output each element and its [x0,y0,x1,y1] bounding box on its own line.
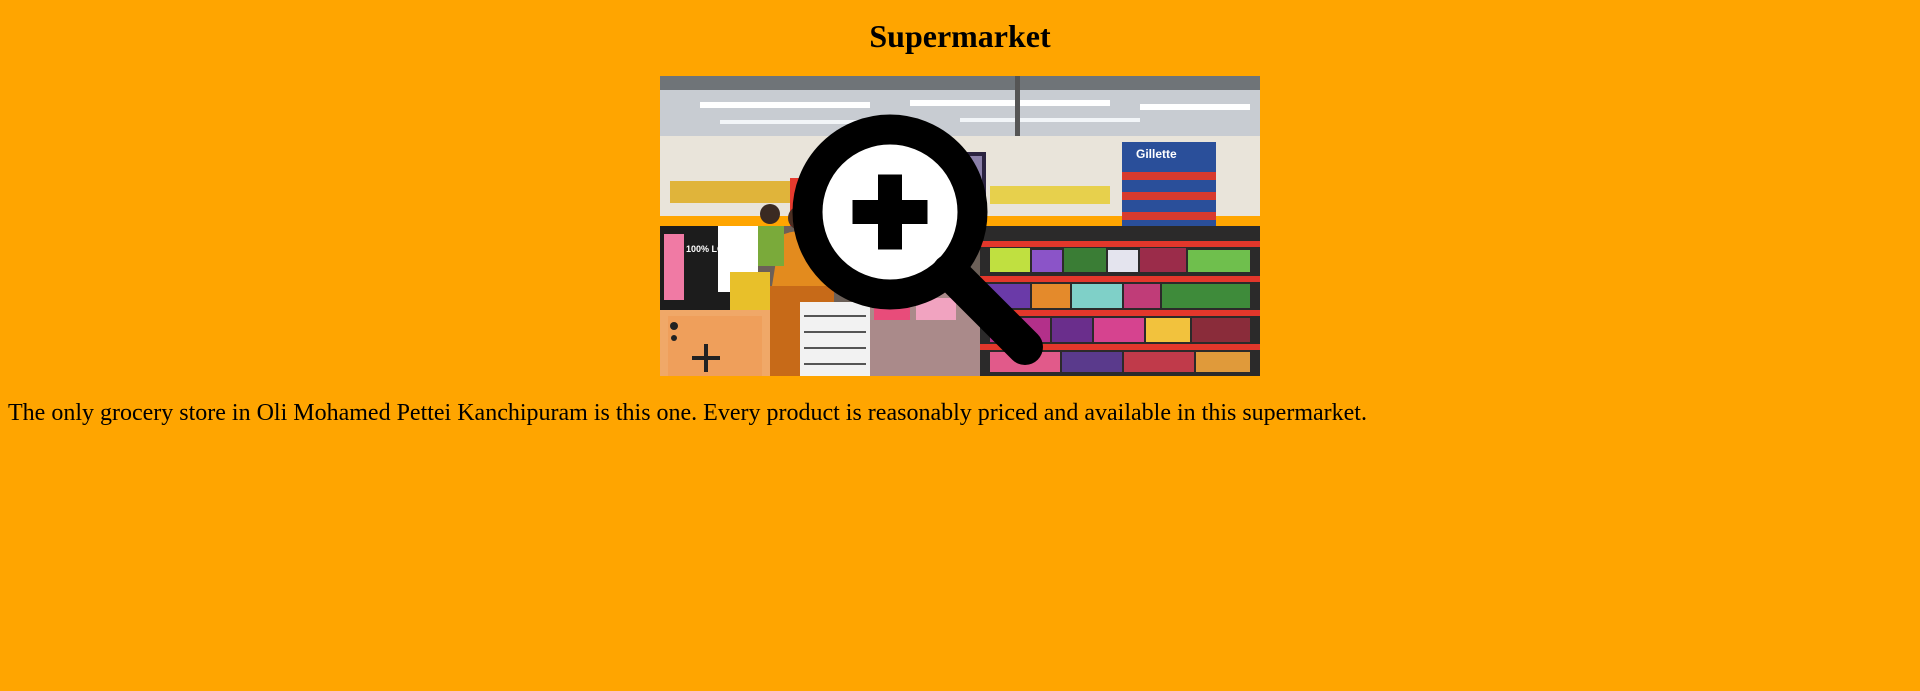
supermarket-photo: more Gillette [660,76,1260,376]
store-description: The only grocery store in Oli Mohamed Pe… [8,400,1367,426]
page-title: Supermarket [869,18,1051,54]
magnifier-zoom-icon[interactable] [660,92,1220,376]
